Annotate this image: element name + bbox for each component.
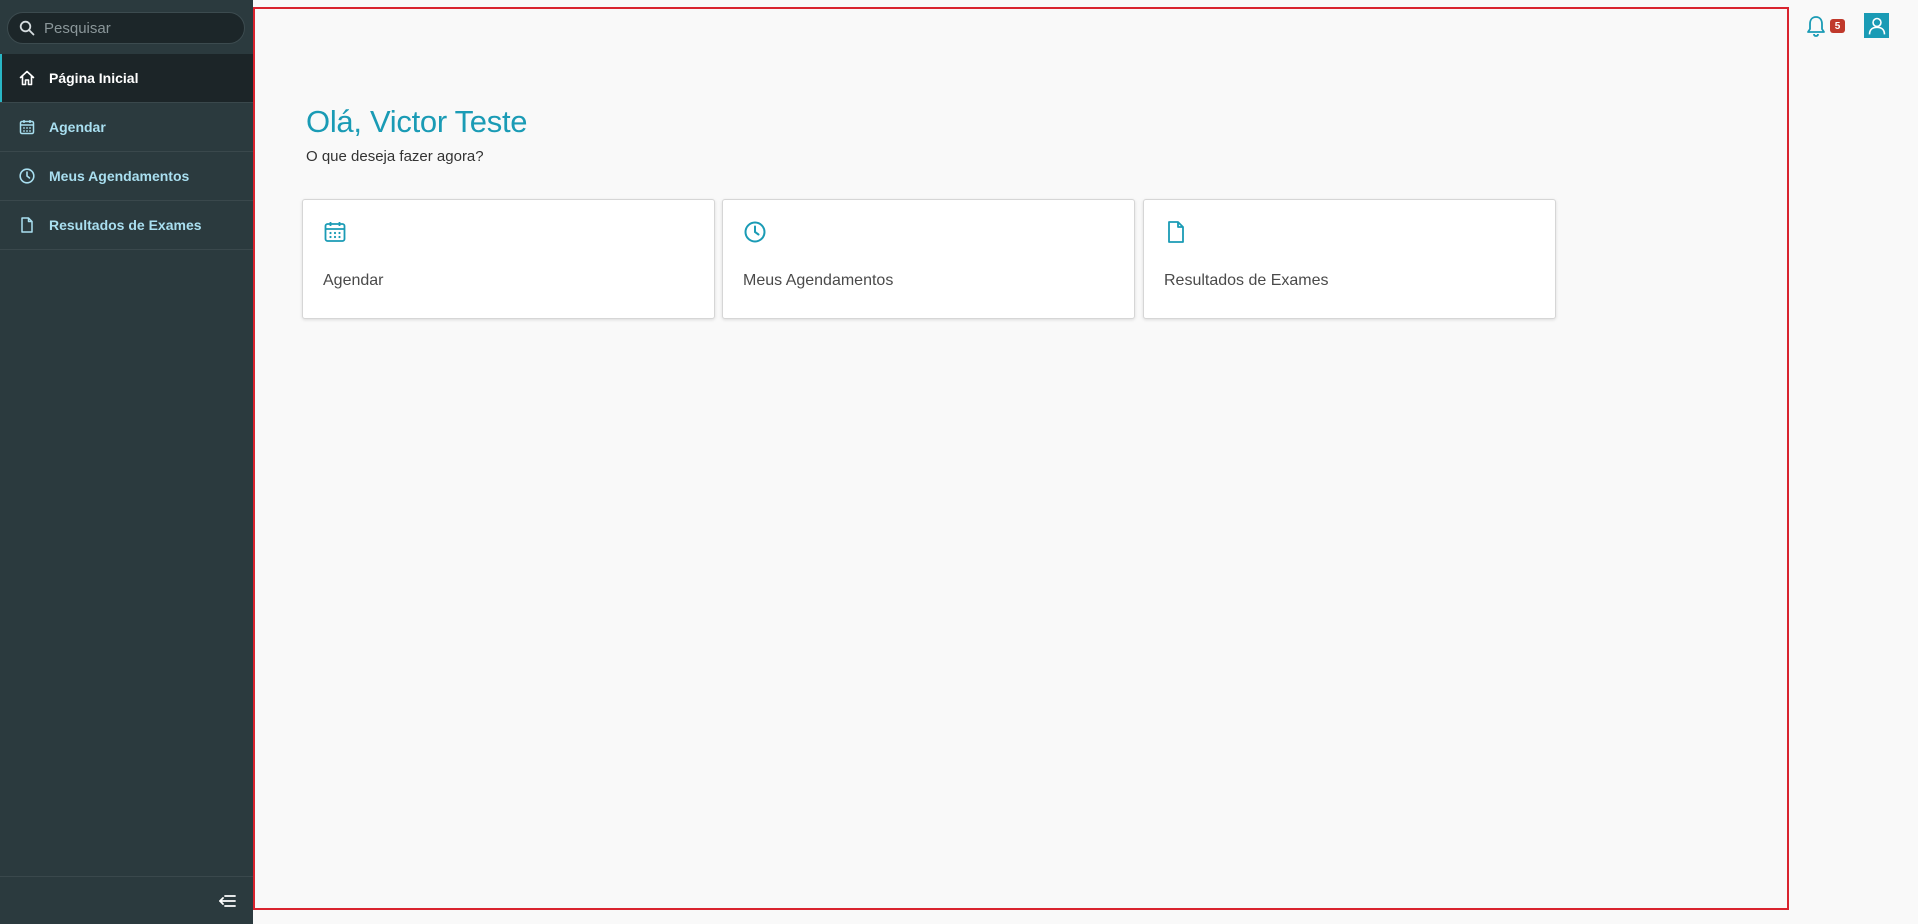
profile-button[interactable] [1864,13,1889,38]
sidebar: Página Inicial Agendar Meus Agendamentos… [0,0,253,924]
page-title: Olá, Victor Teste [306,104,528,139]
sidebar-item-label: Página Inicial [49,70,139,86]
search-box[interactable] [7,12,245,44]
sidebar-item-label: Resultados de Exames [49,217,202,233]
calendar-icon [19,120,35,135]
notification-badge: 5 [1830,19,1845,33]
sidebar-footer [0,876,253,924]
page-subtitle: O que deseja fazer agora? [306,148,484,165]
document-icon [21,217,33,233]
document-icon [1168,221,1184,243]
main-content [253,7,1789,910]
card-agendar[interactable]: Agendar [302,199,715,319]
sidebar-item-meus-agendamentos[interactable]: Meus Agendamentos [0,152,253,201]
sidebar-item-resultados-de-exames[interactable]: Resultados de Exames [0,201,253,250]
card-meus-agendamentos[interactable]: Meus Agendamentos [722,199,1135,319]
card-label: Meus Agendamentos [743,272,894,289]
sidebar-item-pagina-inicial[interactable]: Página Inicial [0,54,253,103]
collapse-menu-icon[interactable] [217,891,237,911]
clock-icon [19,168,35,184]
sidebar-item-label: Agendar [49,119,106,135]
user-icon [1868,17,1885,34]
search-input[interactable] [44,19,234,37]
card-label: Resultados de Exames [1164,272,1329,289]
clock-icon [744,221,766,243]
card-resultados-de-exames[interactable]: Resultados de Exames [1143,199,1556,319]
home-icon [19,70,35,86]
calendar-icon [324,222,346,242]
bell-icon[interactable] [1805,14,1827,38]
sidebar-nav: Página Inicial Agendar Meus Agendamentos… [0,54,253,250]
search-icon [19,20,35,36]
sidebar-item-label: Meus Agendamentos [49,168,190,184]
card-label: Agendar [323,272,384,289]
sidebar-item-agendar[interactable]: Agendar [0,103,253,152]
